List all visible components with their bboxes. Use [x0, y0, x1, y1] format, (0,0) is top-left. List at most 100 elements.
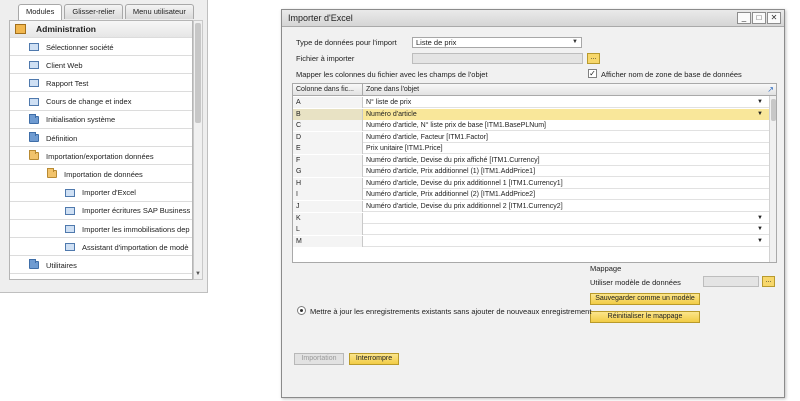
grid-cell-field[interactable]: Numéro d'article, Devise du prix affiché…: [363, 155, 769, 166]
grid-cell-field[interactable]: Numéro d'article, Prix additionnel (1) […: [363, 166, 769, 177]
grid-scroll-thumb[interactable]: [771, 99, 776, 121]
dialog-title-bar[interactable]: Importer d'Excel _ □ ✕: [282, 10, 784, 27]
grid-cell-column: C: [293, 120, 363, 132]
tree-item-label: Importer les immobilisations dep: [82, 224, 190, 234]
tree-item[interactable]: Importation de données: [10, 166, 192, 184]
modules-tab-bar: Modules Glisser-relier Menu utilisateur: [18, 4, 196, 20]
grid-col-file-header[interactable]: Colonne dans fic...: [296, 86, 354, 93]
folder-icon: [29, 132, 39, 142]
grid-cell-column: M: [293, 235, 363, 247]
grid-cell-field[interactable]: Numéro d'article, N° liste prix de base …: [363, 120, 769, 131]
show-db-checkbox[interactable]: ✓: [588, 69, 597, 78]
folder-icon: [29, 259, 39, 270]
folder-open-icon: [29, 150, 39, 161]
import-excel-dialog: Importer d'Excel _ □ ✕ Type de données p…: [281, 9, 785, 398]
stop-button[interactable]: Interrompre: [349, 353, 399, 365]
administration-icon: [15, 24, 26, 34]
grid-cell-column: E: [293, 143, 363, 155]
tab-drag-relate[interactable]: Glisser-relier: [64, 4, 123, 19]
tab-user-menu[interactable]: Menu utilisateur: [124, 4, 194, 19]
tree-item[interactable]: Rapport Test: [10, 75, 192, 93]
tree-item[interactable]: Cours de change et index: [10, 94, 192, 111]
grid-cell-column: A: [293, 97, 363, 108]
tree-item[interactable]: Importer d'Excel: [10, 185, 192, 202]
maximize-button[interactable]: □: [752, 12, 766, 24]
chevron-down-icon[interactable]: ▼: [757, 97, 763, 108]
modules-panel: Modules Glisser-relier Menu utilisateur …: [0, 0, 208, 293]
tree-item-label: Rapport Test: [46, 78, 89, 88]
grid-cell-field[interactable]: Numéro d'article ▼: [363, 108, 769, 120]
tree-item-label: Assistant d'importation de modè: [82, 242, 189, 252]
reset-mapping-button[interactable]: Réinitialiser le mappage: [590, 311, 700, 323]
tree-item-label: Importation/exportation données: [46, 151, 154, 161]
minimize-button[interactable]: _: [737, 12, 751, 24]
grid-cell-field-text: Numéro d'article, N° liste prix de base …: [366, 122, 546, 130]
grid-row[interactable]: E Prix unitaire [ITM1.Price]: [293, 143, 769, 155]
browse-file-button[interactable]: ...: [587, 53, 600, 64]
file-input[interactable]: [412, 53, 583, 64]
grid-cell-column: K: [293, 212, 363, 224]
chevron-down-icon[interactable]: ▼: [757, 213, 763, 224]
modules-scrollbar[interactable]: ▼: [193, 20, 203, 280]
grid-cell-field-text: Numéro d'article, Devise du prix affiché…: [366, 156, 540, 164]
grid-row[interactable]: B Numéro d'article ▼: [293, 108, 769, 120]
browse-model-button[interactable]: ...: [762, 276, 775, 287]
tree-item[interactable]: Initialisation système: [10, 112, 192, 129]
grid-col-field-header[interactable]: Zone dans l'objet: [366, 86, 419, 93]
tree-item[interactable]: Assistant d'importation de modè: [10, 239, 192, 257]
grid-row[interactable]: J Numéro d'article, Devise du prix additi…: [293, 200, 769, 212]
tree-item[interactable]: Sélectionner société: [10, 39, 192, 56]
tree-item[interactable]: Importer les immobilisations dep: [10, 221, 192, 238]
mapping-title: Mappage: [590, 264, 622, 273]
tree-item[interactable]: Importer écritures SAP Business: [10, 203, 192, 220]
grid-row[interactable]: A N° liste de prix ▼: [293, 97, 769, 108]
scroll-down-arrow-icon[interactable]: ▼: [195, 271, 201, 277]
tree-item[interactable]: Utilitaires: [10, 257, 192, 275]
grid-row[interactable]: I Numéro d'article, Prix additionnel (2) …: [293, 189, 769, 201]
update-records-label: Mettre à jour les enregistrements exista…: [310, 307, 592, 316]
grid-row[interactable]: M ▼: [293, 235, 769, 247]
grid-scrollbar[interactable]: [769, 96, 776, 262]
grid-cell-field[interactable]: Numéro d'article, Devise du prix additio…: [363, 178, 769, 189]
grid-cell-field[interactable]: ▼: [363, 213, 769, 224]
grid-cell-field[interactable]: ▼: [363, 236, 769, 247]
chevron-down-icon[interactable]: ▼: [757, 236, 763, 247]
tree-header-administration[interactable]: Administration: [10, 21, 192, 38]
scroll-thumb[interactable]: [195, 23, 201, 123]
grid-row[interactable]: D Numéro d'article, Facteur [ITM1.Factor]: [293, 131, 769, 143]
grid-row[interactable]: F Numéro d'article, Devise du prix affich…: [293, 154, 769, 166]
expand-icon[interactable]: ↗: [767, 85, 774, 94]
modules-tree: Administration Sélectionner société Clien…: [9, 20, 193, 280]
data-type-value: Liste de prix: [416, 38, 457, 47]
update-records-radio[interactable]: [297, 306, 306, 315]
chevron-down-icon[interactable]: ▼: [757, 224, 763, 235]
tree-item[interactable]: Importation/exportation données: [10, 148, 192, 166]
grid-cell-field[interactable]: Numéro d'article, Prix additionnel (2) […: [363, 189, 769, 200]
tree-item[interactable]: Client Web: [10, 57, 192, 75]
close-button[interactable]: ✕: [767, 12, 781, 24]
import-button[interactable]: Importation: [294, 353, 344, 365]
data-type-select[interactable]: Liste de prix ▼: [412, 37, 582, 48]
grid-row[interactable]: H Numéro d'article, Devise du prix additi…: [293, 177, 769, 189]
model-input[interactable]: [703, 276, 759, 287]
document-icon: [29, 79, 39, 88]
save-model-button[interactable]: Sauvegarder comme un modèle: [590, 293, 700, 305]
grid-row[interactable]: C Numéro d'article, N° liste prix de base…: [293, 120, 769, 132]
grid-cell-field-text: N° liste de prix: [366, 99, 412, 106]
tab-modules[interactable]: Modules: [18, 4, 63, 20]
grid-cell-field[interactable]: N° liste de prix ▼: [363, 97, 769, 108]
grid-row[interactable]: G Numéro d'article, Prix additionnel (1) …: [293, 166, 769, 178]
tree-item[interactable]: Définition: [10, 130, 192, 147]
grid-col-divider[interactable]: [362, 84, 363, 96]
chevron-down-icon[interactable]: ▼: [757, 109, 763, 120]
grid-cell-field[interactable]: Prix unitaire [ITM1.Price]: [363, 143, 769, 154]
grid-row[interactable]: L ▼: [293, 224, 769, 236]
grid-cell-field[interactable]: ▼: [363, 224, 769, 235]
grid-cell-column: F: [293, 154, 363, 166]
document-icon: [65, 188, 75, 197]
map-columns-label: Mapper les colonnes du fichier avec les …: [296, 70, 488, 79]
grid-cell-field[interactable]: Numéro d'article, Devise du prix additio…: [363, 201, 769, 212]
grid-cell-field-text: Numéro d'article, Devise du prix additio…: [366, 202, 563, 210]
grid-row[interactable]: K ▼: [293, 212, 769, 224]
grid-cell-field[interactable]: Numéro d'article, Facteur [ITM1.Factor]: [363, 132, 769, 143]
